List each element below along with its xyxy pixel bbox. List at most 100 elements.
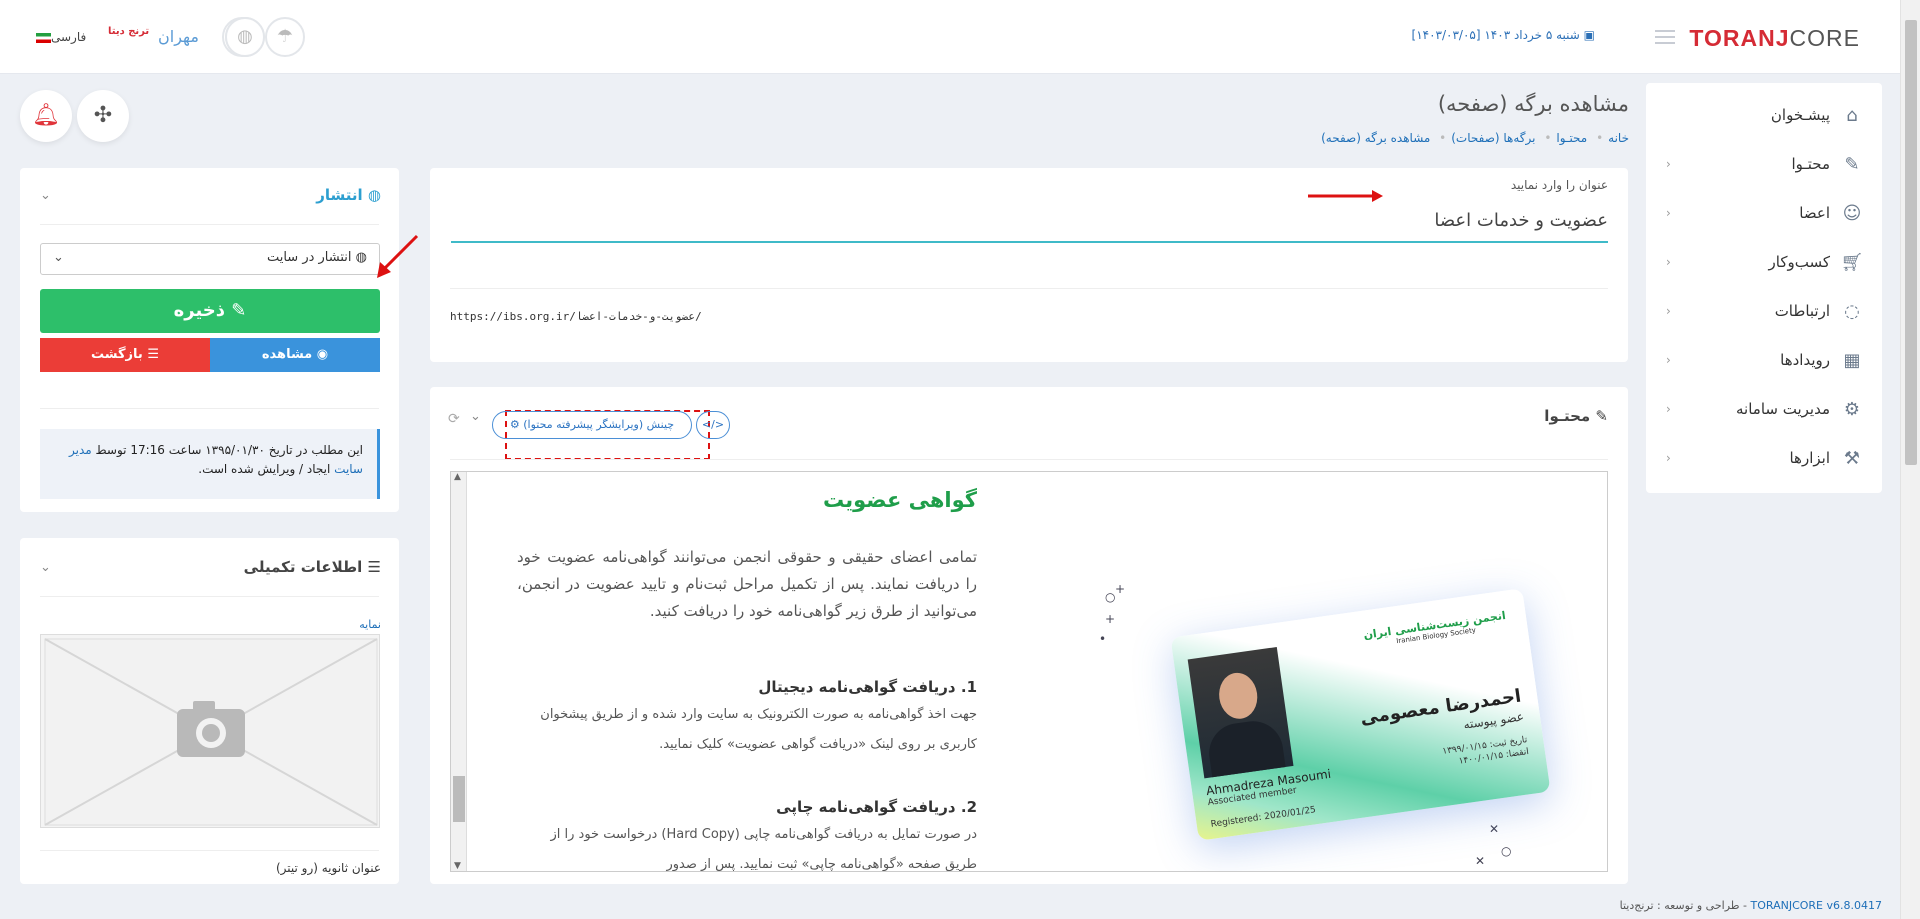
chat-icon: ◌ bbox=[1844, 301, 1860, 322]
bell-icon: 🔔︎ bbox=[32, 103, 60, 128]
view-button[interactable]: ◉ مشاهده bbox=[210, 338, 380, 372]
globe-icon: ◍ bbox=[351, 250, 367, 265]
code-view-button[interactable]: </> bbox=[696, 411, 730, 439]
image-placeholder-icon bbox=[44, 638, 378, 826]
chevron-icon: ‹ bbox=[1666, 206, 1671, 220]
publish-card: ◍ انتشار ⌄ ◍ انتشار در سایت ⌄ ✎ ذخیره ◉ م… bbox=[20, 168, 419, 512]
chevron-down-icon[interactable]: ⌄ bbox=[40, 560, 51, 575]
divider bbox=[40, 408, 379, 409]
sidebar-item-events[interactable]: ▦ رویدادها ‹ bbox=[1646, 336, 1882, 385]
menu-toggle-icon[interactable] bbox=[1655, 30, 1675, 44]
layout-editor-button[interactable]: ⚙ چینش (ویرایشگر پیشرفته محتوا) bbox=[492, 411, 692, 439]
page-title: مشاهده برگه (صفحه) bbox=[1437, 92, 1629, 116]
sidebar-item-dashboard[interactable]: ⌂ پیشـخوان bbox=[1646, 91, 1882, 140]
publish-status-select[interactable]: ◍ انتشار در سایت ⌄ bbox=[40, 243, 380, 275]
subtitle-label: عنوان ثانویه (رو تیتر) bbox=[275, 861, 381, 875]
puzzle-icon: ✣ bbox=[93, 103, 113, 128]
breadcrumb-content[interactable]: محتـوا bbox=[1556, 131, 1587, 145]
editor-scrollbar[interactable]: ▲ ▼ bbox=[451, 472, 467, 871]
umbrella-button[interactable]: ☂ bbox=[265, 17, 305, 57]
chevron-icon: ‹ bbox=[1666, 451, 1671, 465]
gear-icon: ⚙ bbox=[1843, 399, 1861, 420]
sidebar-item-tools[interactable]: ⚒ ابزارها ‹ bbox=[1646, 434, 1882, 483]
code-icon: </> bbox=[701, 418, 725, 431]
sidebar-item-system[interactable]: ⚙ مدیریت سامانه ‹ bbox=[1646, 385, 1882, 434]
iran-flag-icon bbox=[36, 32, 51, 43]
chevron-icon: ‹ bbox=[1666, 255, 1671, 269]
calendar-icon: ▣ bbox=[1579, 28, 1595, 42]
org-logo: انجمن زیست‌شناسی ایران Iranian Biology So… bbox=[1362, 608, 1507, 646]
member-registered: Registered: 2020/01/25 bbox=[1210, 805, 1317, 830]
edit-icon: ✎ bbox=[1590, 407, 1608, 425]
sidebar-item-content[interactable]: ✎ محتـوا ‹ bbox=[1646, 140, 1882, 189]
content-heading: ✎ محتـوا bbox=[1544, 407, 1608, 425]
member-photo bbox=[1187, 646, 1294, 779]
edit-info-box: این مطلب در تاریخ ۱۳۹۵/۰۱/۳۰ ساعت 17:16 … bbox=[40, 429, 380, 499]
cart-icon: 🛒︎ bbox=[1840, 252, 1864, 273]
editor-paragraph: در صورت تمایل به دریافت گواهی‌نامه چاپی … bbox=[550, 827, 977, 872]
chevron-icon: ‹ bbox=[1666, 304, 1671, 318]
chevron-icon: ‹ bbox=[1666, 157, 1671, 171]
globe-icon: ◍ bbox=[237, 26, 253, 47]
editor-heading: گواهی عضویت bbox=[822, 488, 977, 512]
content-editor[interactable]: ▲ ▼ گواهی عضویت تمامی اعضای حقیقی و حقوقی… bbox=[450, 471, 1608, 872]
current-date: ▣ شنبه ۵ خرداد ۱۴۰۳ [۱۴۰۳/۰۳/۰۵] bbox=[1411, 28, 1595, 42]
wrench-icon: ⚒ bbox=[1843, 448, 1861, 469]
app-logo[interactable]: TORANJCORE bbox=[1689, 25, 1860, 52]
publish-heading: ◍ انتشار bbox=[316, 186, 381, 204]
umbrella-icon: ☂ bbox=[276, 26, 294, 47]
editor-body[interactable]: گواهی عضویت تمامی اعضای حقیقی و حقوقی ان… bbox=[469, 472, 1607, 871]
title-label: عنوان را وارد نمایید bbox=[1510, 178, 1608, 192]
editor-paragraph: تمامی اعضای حقیقی و حقوقی انجمن می‌توانن… bbox=[517, 548, 977, 620]
chevron-down-icon[interactable]: ⌄ bbox=[40, 188, 51, 203]
breadcrumb-pages[interactable]: برگه‌ها (صفحات) bbox=[1451, 131, 1535, 145]
chevron-icon: ‹ bbox=[1666, 353, 1671, 367]
globe-icon: ◍ bbox=[362, 186, 381, 204]
featured-image-picker[interactable] bbox=[40, 634, 380, 828]
sidebar-item-members[interactable]: ☺ اعضا ‹ bbox=[1646, 189, 1882, 238]
sidebar: ⌂ پیشـخوان ✎ محتـوا ‹ ☺ اعضا ‹ 🛒︎ کسب‌وکار ‹ ◌ ا… bbox=[1646, 83, 1882, 493]
content-card: ✎ محتـوا ⟳ ⌄ ⚙ چینش (ویرایشگر پیشرفته مح… bbox=[430, 387, 1628, 884]
edit-icon: ✎ bbox=[225, 300, 247, 321]
divider bbox=[450, 288, 1608, 289]
editor-subheading: 2. دریافت گواهی‌نامه چاپی bbox=[776, 798, 977, 816]
language-switcher[interactable]: فارسی bbox=[32, 30, 86, 44]
divider bbox=[40, 850, 379, 851]
plugin-button[interactable]: ✣ bbox=[77, 90, 129, 142]
edit-icon: ✎ bbox=[1844, 154, 1860, 175]
refresh-icon[interactable]: ⟳ bbox=[448, 411, 460, 427]
home-icon: ⌂ bbox=[1846, 105, 1858, 126]
eye-icon: ◉ bbox=[312, 347, 329, 362]
chevron-down-icon[interactable]: ⌄ bbox=[470, 409, 481, 424]
sidebar-item-communications[interactable]: ◌ ارتباطات ‹ bbox=[1646, 287, 1882, 336]
globe-button[interactable]: ◍ bbox=[225, 17, 265, 57]
extra-info-card: ☰ اطلاعات تکمیلی ⌄ نمایه عنوان ثانویه (ر… bbox=[20, 538, 399, 884]
footer: TORANJCORE v6.8.0417 - طراحی و توسعه : ت… bbox=[1619, 899, 1883, 912]
member-dates: تاریخ ثبت: ۱۳۹۹/۰۱/۱۵ انقضا: ۱۴۰۰/۰۱/۱۵ bbox=[1441, 735, 1530, 767]
list-icon: ☰ bbox=[362, 558, 381, 576]
user-name[interactable]: مهران bbox=[158, 27, 199, 46]
back-button[interactable]: ☰ بازگشت bbox=[40, 338, 210, 372]
divider bbox=[40, 224, 379, 225]
title-input[interactable]: عضویت و خدمات اعضا bbox=[451, 198, 1608, 243]
save-button[interactable]: ✎ ذخیره bbox=[40, 289, 380, 333]
extra-info-heading: ☰ اطلاعات تکمیلی bbox=[243, 558, 381, 576]
breadcrumb-home[interactable]: خانه bbox=[1608, 131, 1629, 145]
breadcrumb: خانه• محتـوا• برگه‌ها (صفحات)• مشاهده بر… bbox=[1321, 131, 1629, 145]
editor-paragraph: جهت اخذ گواهی‌نامه به صورت الکترونیک به … bbox=[540, 707, 977, 752]
page-url[interactable]: https://ibs.org.ir/عضویت-و-خدمات-اعضا/ bbox=[450, 310, 702, 323]
version-link[interactable]: TORANJCORE v6.8.0417 bbox=[1751, 899, 1883, 912]
list-icon: ☰ bbox=[142, 347, 159, 362]
chevron-down-icon: ⌄ bbox=[53, 250, 64, 265]
image-label: نمایه bbox=[359, 618, 381, 631]
puzzle-icon: ⚙ bbox=[509, 418, 524, 431]
editor-subheading: 1. دریافت گواهی‌نامه دیجیتال bbox=[758, 678, 977, 696]
membership-card-image: + ○ + • ✕ ○ ✕ انجمن زیست‌شناسی ایران Iran… bbox=[1099, 582, 1551, 868]
chevron-icon: ‹ bbox=[1666, 402, 1671, 416]
window-scrollbar[interactable] bbox=[1900, 0, 1920, 919]
notifications-button[interactable]: 🔔︎ bbox=[20, 90, 72, 142]
breadcrumb-current: مشاهده برگه (صفحه) bbox=[1321, 131, 1431, 145]
sidebar-item-business[interactable]: 🛒︎ کسب‌وکار ‹ bbox=[1646, 238, 1882, 287]
calendar-icon: ▦ bbox=[1843, 350, 1861, 371]
divider bbox=[40, 596, 379, 597]
